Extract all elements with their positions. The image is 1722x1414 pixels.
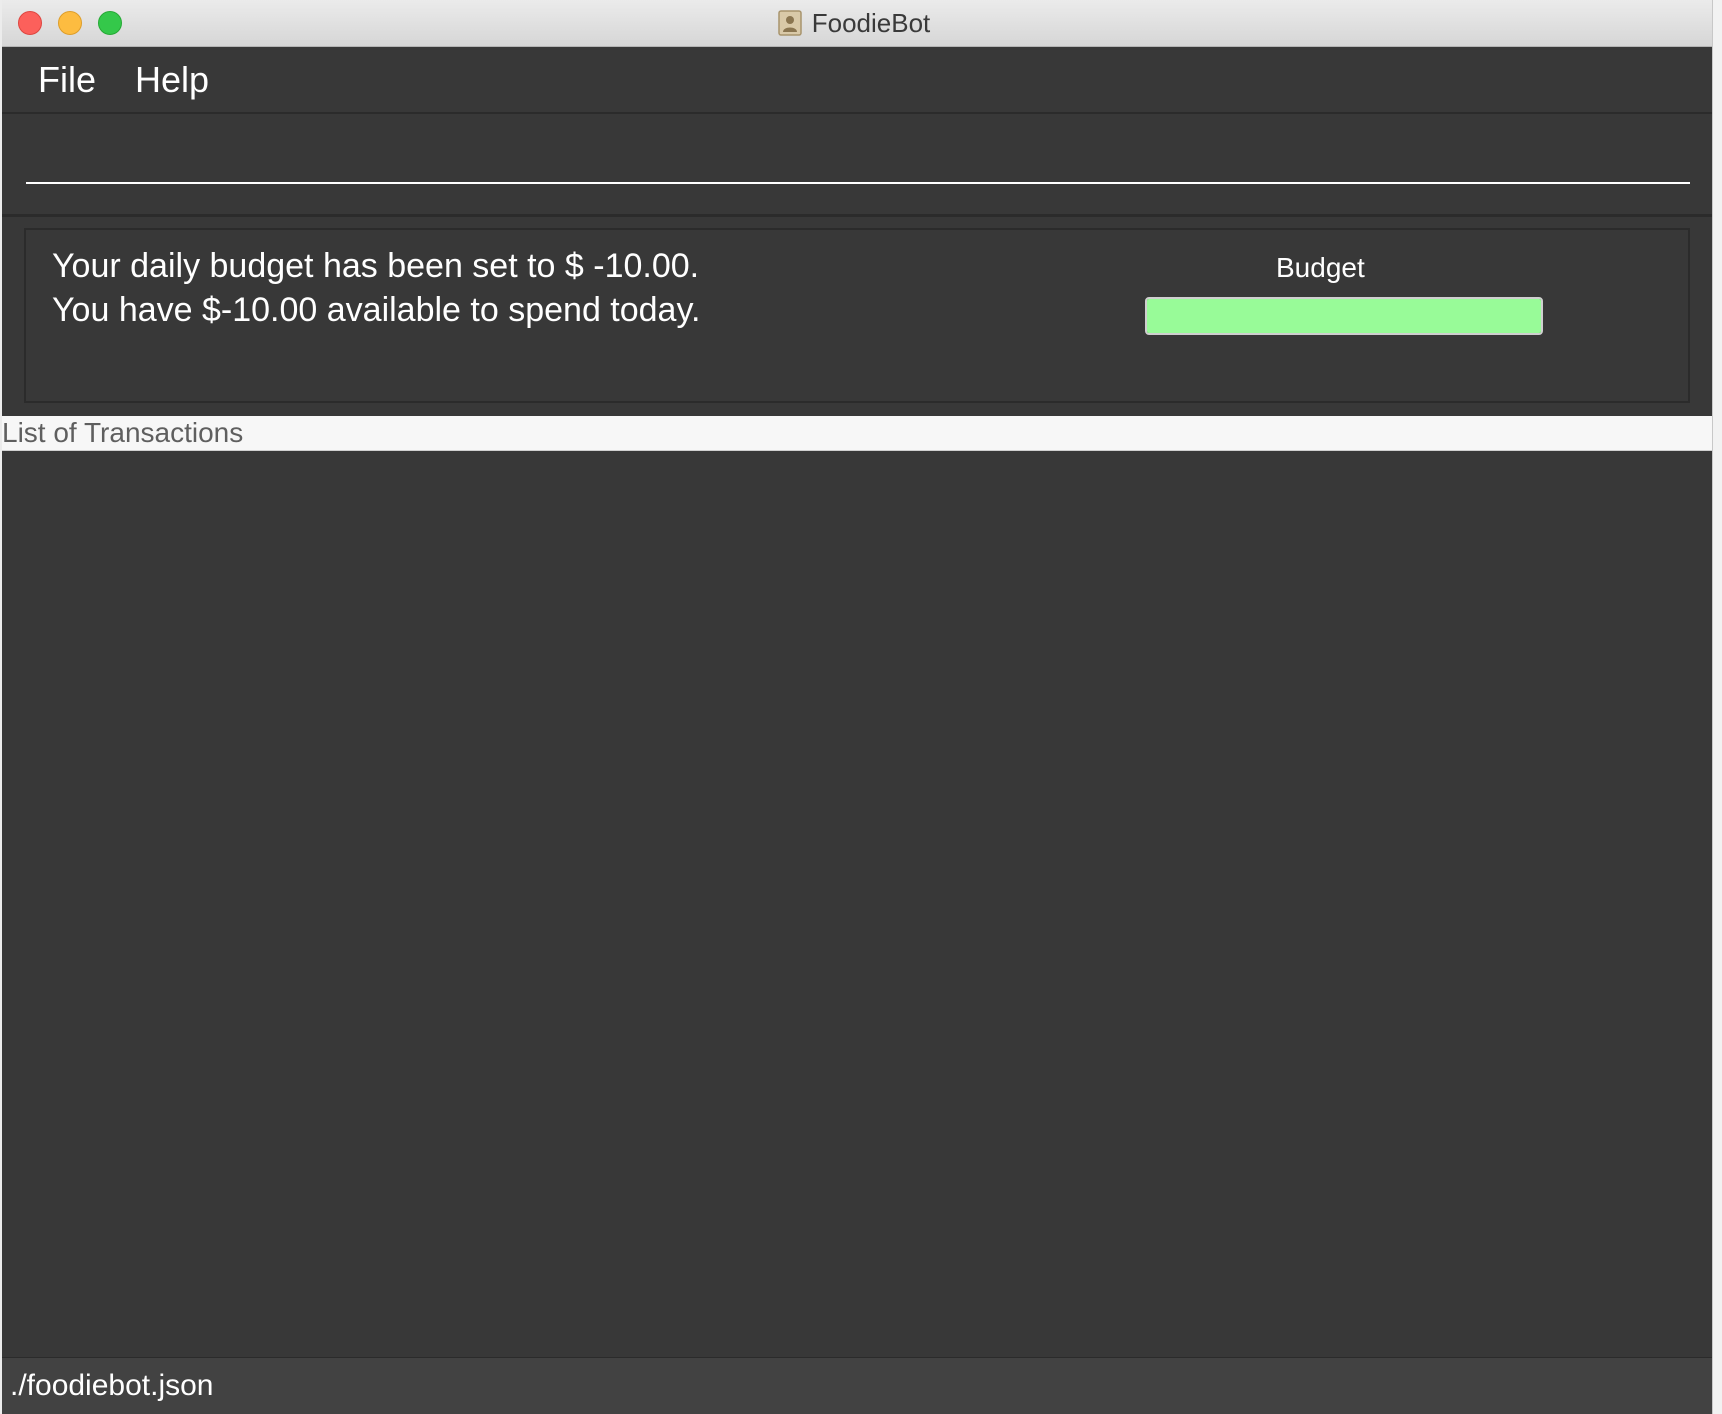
menu-file[interactable]: File	[34, 59, 100, 101]
result-line-budget-set: Your daily budget has been set to $ -10.…	[52, 247, 700, 285]
command-input[interactable]	[26, 138, 1690, 184]
background-window-edge	[1712, 0, 1722, 1414]
title-bar[interactable]: FoodieBot	[2, 0, 1712, 47]
save-location-path: ./foodiebot.json	[10, 1369, 214, 1402]
app-window: FoodieBot File Help Your daily budget ha…	[2, 0, 1712, 1414]
status-bar: ./foodiebot.json	[2, 1357, 1712, 1414]
menu-help[interactable]: Help	[131, 59, 213, 101]
budget-label: Budget	[1276, 252, 1365, 283]
transactions-header: List of Transactions	[2, 416, 1712, 451]
result-line-available: You have $-10.00 available to spend toda…	[52, 291, 701, 329]
transactions-header-label: List of Transactions	[2, 417, 244, 448]
transactions-list[interactable]	[2, 451, 1712, 1357]
budget-progress-bar	[1145, 297, 1543, 335]
menu-bar: File Help	[2, 47, 1712, 114]
budget-progress-fill	[1147, 299, 1541, 333]
result-panel: Your daily budget has been set to $ -10.…	[24, 228, 1690, 403]
window-title: FoodieBot	[811, 7, 931, 38]
result-display: Your daily budget has been set to $ -10.…	[52, 244, 700, 332]
app-icon	[777, 10, 802, 36]
command-box-container	[2, 114, 1712, 217]
